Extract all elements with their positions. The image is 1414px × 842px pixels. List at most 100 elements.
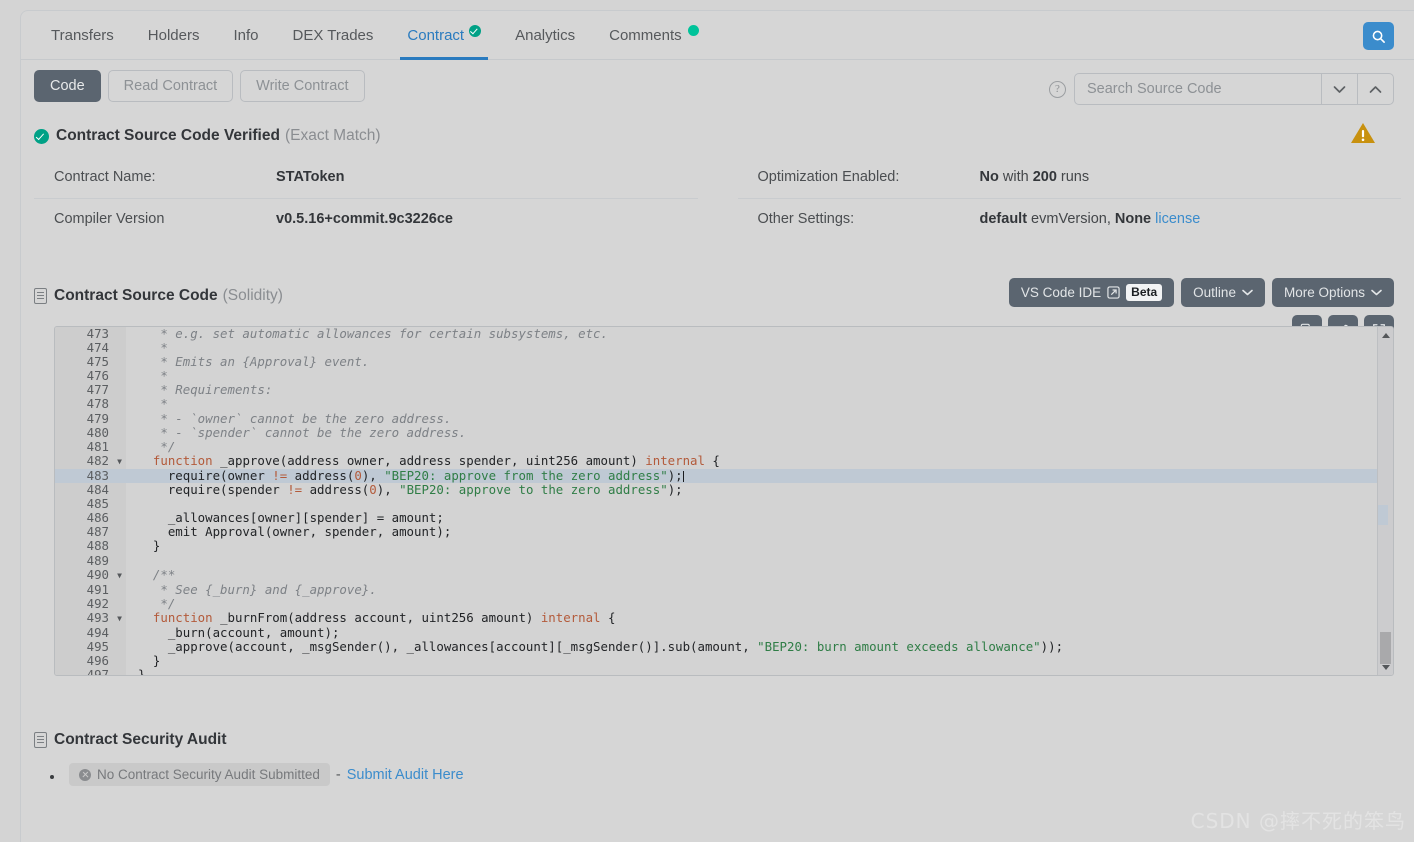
code-line: 495 _approve(account, _msgSender(), _all… — [55, 639, 1377, 655]
code-line-content: * — [138, 368, 168, 384]
code-fold-spacer — [113, 525, 126, 540]
code-line: 496 } — [55, 653, 1377, 669]
code-fold-spacer — [113, 483, 126, 498]
chevron-down-icon — [1371, 289, 1382, 296]
global-search-button[interactable] — [1363, 22, 1394, 50]
code-line-number: 478 — [55, 397, 113, 412]
vs-code-ide-button[interactable]: VS Code IDE Beta — [1008, 278, 1175, 307]
code-line-number: 494 — [55, 625, 113, 641]
more-options-button[interactable]: More Options — [1271, 278, 1394, 307]
code-line-number: 474 — [55, 340, 113, 356]
code-line: 488 } — [55, 539, 1377, 554]
code-fold-spacer — [113, 497, 126, 512]
optimization-text-2: runs — [1056, 169, 1090, 185]
code-line: 491 * See {_burn} and {_approve}. — [55, 582, 1377, 597]
compiler-version-value: v0.5.16+commit.9c3226ce — [276, 211, 453, 227]
security-audit-header: Contract Security Audit — [21, 731, 1414, 749]
code-line-number: 476 — [55, 369, 113, 384]
code-fold-toggle[interactable]: ▼ — [113, 610, 126, 626]
document-icon — [34, 288, 47, 304]
search-next-button[interactable] — [1321, 74, 1357, 104]
code-fold-spacer — [113, 511, 126, 526]
beta-chip: Beta — [1126, 284, 1163, 301]
no-audit-chip: No Contract Security Audit Submitted — [69, 763, 330, 786]
code-fold-toggle[interactable]: ▼ — [113, 453, 126, 469]
code-line-number: 485 — [55, 497, 113, 512]
code-fold-spacer — [113, 383, 126, 398]
tab-comments[interactable]: Comments — [592, 11, 716, 59]
tab-contract[interactable]: Contract — [390, 11, 498, 60]
tab-label: Holders — [147, 26, 200, 44]
code-line: 485 — [55, 497, 1377, 512]
content-card: Transfers Holders Info DEX Trades Contra… — [20, 10, 1414, 842]
question-circle-icon[interactable]: ? — [1049, 80, 1066, 98]
contract-info-grid: Contract Name: STAToken Compiler Version… — [21, 149, 1414, 240]
code-line-content: /** — [138, 566, 176, 582]
code-line-number: 482 — [55, 453, 113, 469]
code-fold-spacer — [113, 355, 126, 370]
search-prev-button[interactable] — [1357, 74, 1393, 104]
code-line-content: } — [138, 667, 146, 675]
code-vertical-scrollbar[interactable] — [1377, 327, 1393, 675]
code-line-number: 490 — [55, 567, 113, 583]
security-audit-list: No Contract Security Audit Submitted - S… — [21, 763, 1414, 786]
code-line-number: 491 — [55, 582, 113, 597]
tab-transfers[interactable]: Transfers — [34, 11, 131, 59]
code-line: 487 emit Approval(owner, spender, amount… — [55, 525, 1377, 540]
submit-audit-link[interactable]: Submit Audit Here — [347, 767, 464, 783]
contract-name-value: STAToken — [276, 169, 345, 185]
code-line-content: _allowances[owner][spender] = amount; — [138, 510, 444, 526]
info-value: v0.5.16+commit.9c3226ce — [276, 211, 453, 227]
code-line-number: 481 — [55, 439, 113, 454]
code-fold-toggle[interactable]: ▼ — [113, 567, 126, 583]
code-line-number: 483 — [55, 468, 113, 484]
code-fold-spacer — [113, 369, 126, 384]
code-line-content: * — [138, 340, 168, 356]
code-line: 482 ▼ function _approve(address owner, ad… — [55, 452, 1377, 469]
code-line-number: 473 — [55, 327, 113, 342]
code-scroll-area[interactable]: 473 * e.g. set automatic allowances for … — [55, 327, 1377, 675]
read-contract-button[interactable]: Read Contract — [107, 70, 234, 102]
write-contract-button[interactable]: Write Contract — [240, 70, 365, 102]
verification-status-row: Contract Source Code Verified (Exact Mat… — [21, 115, 1414, 149]
info-label: Contract Name: — [54, 169, 156, 185]
verified-check-icon — [469, 24, 482, 37]
search-icon — [1372, 30, 1385, 43]
tab-analytics[interactable]: Analytics — [498, 11, 592, 59]
code-line: 477 * Requirements: — [55, 382, 1377, 398]
external-link-icon — [1107, 286, 1120, 299]
code-line-number: 480 — [55, 425, 113, 440]
tab-holders[interactable]: Holders — [131, 11, 217, 59]
tab-info[interactable]: Info — [216, 11, 275, 59]
license-link[interactable]: license — [1155, 211, 1200, 227]
security-audit-title: Contract Security Audit — [54, 731, 227, 748]
code-line-number: 475 — [55, 355, 113, 370]
code-line-content: * Requirements: — [138, 382, 273, 398]
code-line-number: 487 — [55, 525, 113, 540]
search-source-input[interactable] — [1075, 74, 1321, 104]
source-code-viewer[interactable]: 473 * e.g. set automatic allowances for … — [54, 326, 1394, 676]
code-line-content: * - `spender` cannot be the zero address… — [138, 424, 467, 440]
code-line-content: } — [138, 653, 161, 669]
code-fold-spacer — [113, 425, 126, 440]
code-line-content: function _burnFrom(address account, uint… — [152, 609, 616, 625]
code-line: 474 * — [55, 340, 1377, 356]
code-line-content: function _approve(address owner, address… — [152, 452, 720, 468]
code-line: 476 * — [55, 368, 1377, 384]
optimization-text-1: with — [998, 169, 1033, 185]
info-value: No with 200 runs — [980, 169, 1090, 185]
code-line: 481 */ — [55, 439, 1377, 454]
source-search-box — [1074, 73, 1394, 105]
tab-dex-trades[interactable]: DEX Trades — [276, 11, 391, 59]
scroll-down-button[interactable] — [1378, 659, 1393, 675]
scroll-up-button[interactable] — [1378, 327, 1393, 343]
code-line: 478 * — [55, 397, 1377, 412]
verified-check-icon — [34, 128, 49, 144]
warning-triangle-icon[interactable] — [1350, 121, 1376, 150]
audit-item-row: No Contract Security Audit Submitted - S… — [69, 763, 464, 786]
outline-button[interactable]: Outline — [1181, 278, 1265, 307]
source-code-title: Contract Source Code — [54, 287, 218, 304]
code-fold-spacer — [113, 553, 126, 568]
code-button[interactable]: Code — [34, 70, 101, 102]
code-line-number: 488 — [55, 539, 113, 554]
